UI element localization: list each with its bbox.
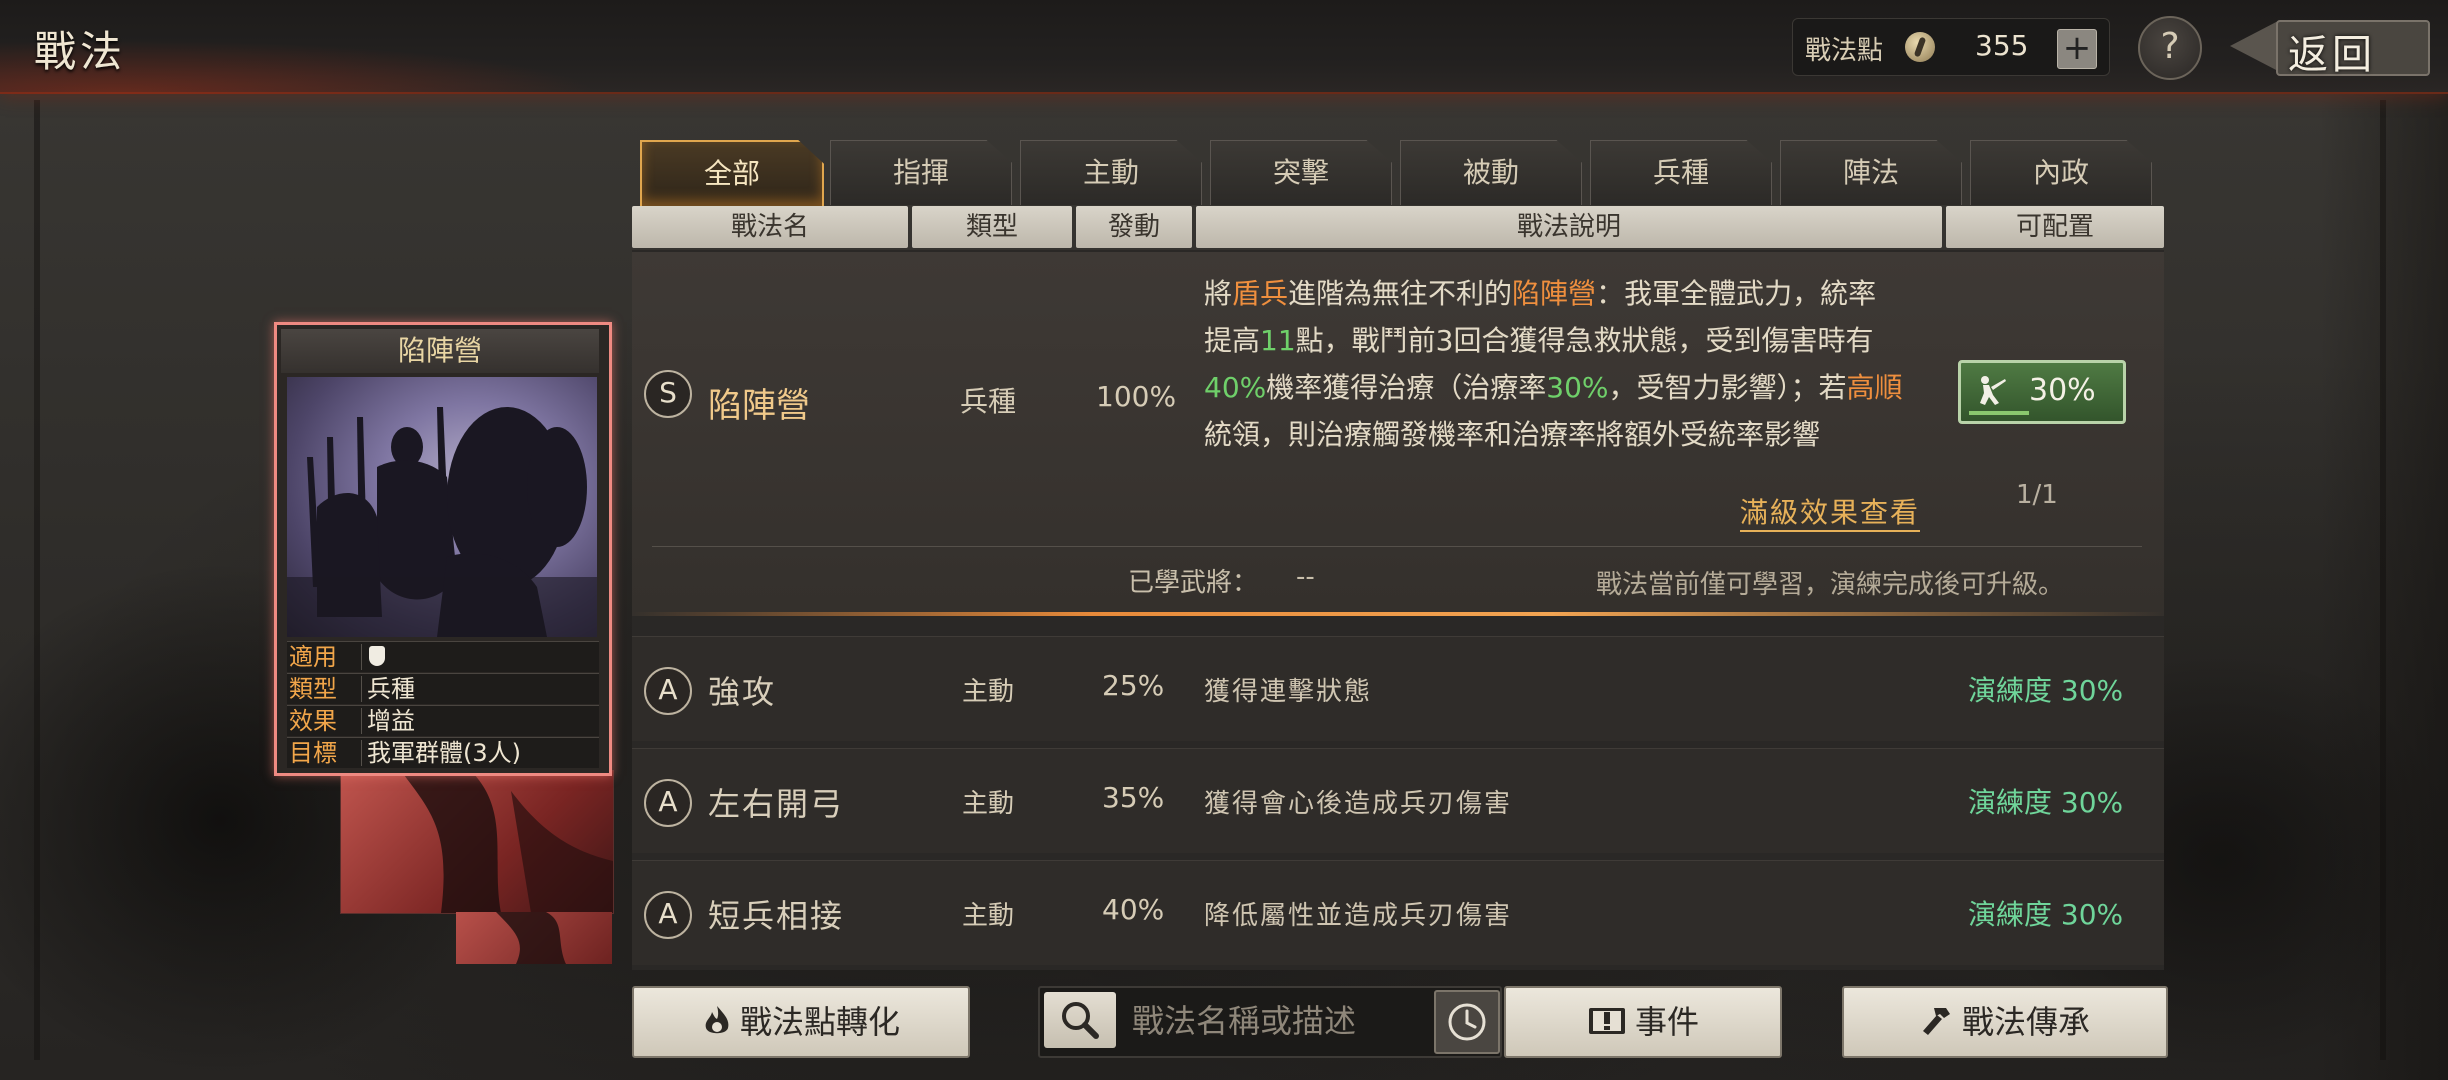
convert-points-label: 戰法點轉化 [739, 1003, 900, 1041]
tactic-row[interactable]: A 短兵相接 主動 40% 降低屬性並造成兵刃傷害 演練度 30% [632, 860, 2164, 965]
tactic-points-label: 戰法點 [1805, 36, 1884, 66]
column-header-trigger: 發動 [1076, 206, 1192, 248]
search-input[interactable] [1132, 998, 1462, 1044]
max-level-effect-link[interactable]: 滿級效果查看 [1740, 496, 1921, 532]
table-header: 戰法名 類型 發動 戰法說明 可配置 [632, 206, 2164, 248]
tactic-card[interactable]: 陷陣營 適用 類型 兵種 效果 增益 目標 我軍群體(3人) [274, 322, 612, 776]
grade-badge: A [644, 779, 692, 827]
tactic-description: 將盾兵進階為無往不利的陷陣營：我軍全體武力，統率提高11點，戰鬥前3回合獲得急救… [1204, 277, 1903, 451]
proficiency: 演練度 30% [1968, 786, 2124, 819]
tactic-name: 短兵相接 [708, 897, 845, 935]
proficiency: 演練度 30% [1968, 674, 2124, 707]
column-header-configurable: 可配置 [1946, 206, 2164, 248]
plus-icon: + [2062, 28, 2092, 68]
page-title: 戰法 [34, 27, 127, 76]
flame-icon [705, 1006, 729, 1034]
selection-highlight [632, 612, 2164, 616]
tactic-inherit-label: 戰法傳承 [1961, 1003, 2090, 1041]
tab-passive[interactable]: 被動 [1400, 140, 1582, 205]
configure-value: 30% [2029, 373, 2096, 408]
back-arrow-icon [2230, 20, 2280, 72]
tactic-inherit-button[interactable]: 戰法傳承 [1842, 986, 2168, 1058]
tab-active[interactable]: 主動 [1020, 140, 1202, 205]
history-button[interactable] [1434, 990, 1500, 1054]
coin-icon [1905, 32, 1935, 62]
row-divider [652, 546, 2142, 547]
search-bar [1038, 986, 1502, 1058]
trigger-rate: 100% [1096, 380, 1177, 413]
trigger-rate: 40% [1102, 893, 1165, 926]
learning-note: 戰法當前僅可學習，演練完成後可升級。 [1596, 570, 2065, 600]
card-info-target: 目標 我軍群體(3人) [287, 737, 599, 768]
help-button[interactable]: ? [2138, 16, 2202, 80]
column-header-type: 類型 [912, 206, 1072, 248]
tactic-description: 獲得連擊狀態 [1204, 677, 1373, 707]
tactic-description: 降低屬性並造成兵刃傷害 [1204, 901, 1513, 931]
tactic-points-value: 355 [1975, 29, 2029, 62]
back-label: 返回 [2288, 32, 2376, 78]
back-button[interactable]: 返回 [2230, 14, 2430, 78]
tactic-type: 主動 [962, 789, 1015, 819]
tactic-card-behind[interactable] [340, 770, 614, 914]
tab-all[interactable]: 全部 [640, 140, 824, 208]
selected-tactic-row[interactable]: S 陷陣營 兵種 100% 將盾兵進階為無往不利的陷陣營：我軍全體武力，統率提高… [632, 252, 2164, 616]
grade-badge: A [644, 891, 692, 939]
tactic-row[interactable]: A 左右開弓 主動 35% 獲得會心後造成兵刃傷害 演練度 30% [632, 748, 2164, 853]
card-info-applies: 適用 [287, 641, 599, 672]
events-label: 事件 [1634, 1003, 1699, 1041]
configure-tactic-button[interactable]: 30% [1958, 360, 2126, 424]
tactic-row[interactable]: A 強攻 主動 25% 獲得連擊狀態 演練度 30% [632, 636, 2164, 741]
convert-points-button[interactable]: 戰法點轉化 [632, 986, 970, 1058]
category-tabs: 全部 指揮 主動 突擊 被動 兵種 陣法 內政 [640, 140, 2152, 208]
column-header-name: 戰法名 [632, 206, 908, 248]
card-title: 陷陣營 [397, 334, 482, 367]
tactic-name: 強攻 [708, 673, 777, 711]
trigger-rate: 25% [1102, 669, 1165, 702]
proficiency: 演練度 30% [1968, 898, 2124, 931]
search-icon [1062, 1002, 1099, 1039]
tactic-points-display: 戰法點 355 + [1792, 18, 2110, 76]
search-button[interactable] [1044, 992, 1116, 1048]
book-icon [1588, 1008, 1625, 1034]
card-info-type: 類型 兵種 [287, 673, 599, 704]
clock-icon [1448, 1003, 1486, 1041]
card-artwork [287, 377, 597, 637]
tactic-card-behind[interactable] [456, 912, 612, 964]
tactic-name: 陷陣營 [708, 386, 810, 426]
hammer-icon [1922, 1008, 1950, 1035]
top-bar: 戰法 戰法點 355 + ? 返回 [0, 0, 2448, 94]
events-button[interactable]: 事件 [1504, 986, 1782, 1058]
learned-generals-value: -- [1296, 562, 1315, 592]
tab-formation[interactable]: 陣法 [1780, 140, 1962, 205]
configure-count: 1/1 [2016, 480, 2058, 510]
learned-generals-label: 已學武將： [1128, 568, 1259, 598]
grade-badge: S [644, 370, 692, 418]
shield-icon [369, 646, 385, 666]
tactic-type: 主動 [962, 901, 1015, 931]
help-icon: ? [2160, 26, 2180, 67]
tactic-type: 兵種 [960, 385, 1017, 418]
tab-assault[interactable]: 突擊 [1210, 140, 1392, 205]
card-info-effect: 效果 增益 [287, 705, 599, 736]
tab-troop-type[interactable]: 兵種 [1590, 140, 1772, 205]
troop-icon [1980, 376, 2006, 405]
tactic-description: 獲得會心後造成兵刃傷害 [1204, 789, 1513, 819]
trigger-rate: 35% [1102, 781, 1165, 814]
tactic-name: 左右開弓 [708, 785, 845, 823]
tab-command[interactable]: 指揮 [830, 140, 1012, 205]
add-points-button[interactable]: + [2057, 29, 2097, 69]
tab-internal-affairs[interactable]: 內政 [1970, 140, 2152, 205]
grade-badge: A [644, 667, 692, 715]
column-header-description: 戰法說明 [1196, 206, 1942, 248]
tactic-type: 主動 [962, 677, 1015, 707]
